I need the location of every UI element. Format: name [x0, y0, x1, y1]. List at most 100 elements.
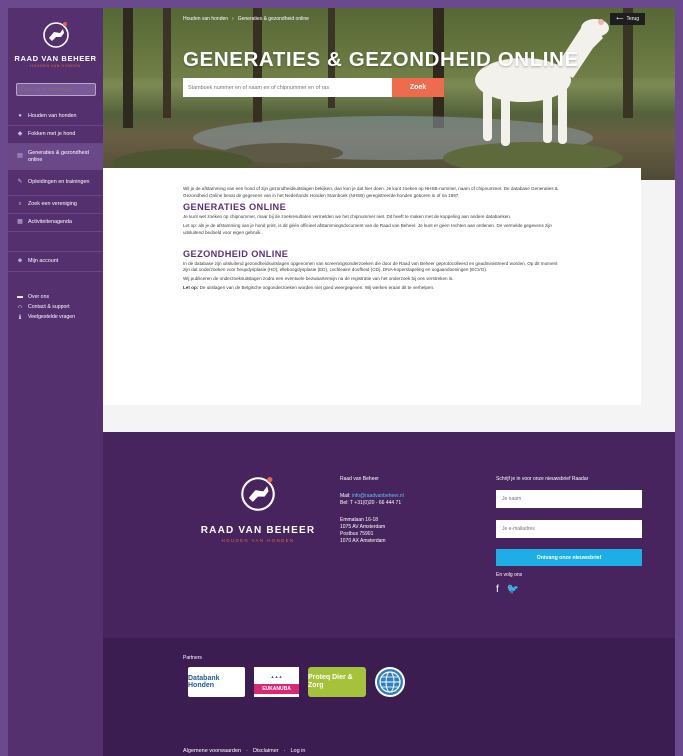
breadcrumb-item[interactable]: Houden van honden: [183, 16, 228, 22]
nav-spacer: [8, 232, 103, 252]
paw-icon: ●: [18, 113, 22, 119]
link-separator: ·: [246, 748, 248, 754]
intro-text: Wil je de afstamming van een hond of zij…: [183, 186, 558, 198]
login-link[interactable]: Log in: [290, 748, 305, 754]
sidebar-logo[interactable]: RAAD VAN BEHEER HOUDEN VAN HONDEN: [8, 20, 103, 68]
main-content: Wil je de afstamming van een hond of zij…: [103, 168, 641, 405]
nav-item-label: Fokken met je hond: [28, 131, 76, 137]
section-heading-generaties: GENERATIES ONLINE: [183, 202, 287, 213]
page-frame: RAAD VAN BEHEER HOUDEN VAN HONDEN ● Houd…: [8, 8, 675, 756]
sidebar-search-input[interactable]: [16, 83, 96, 96]
faq-link[interactable]: ℹ Veelgestelde vragen: [8, 312, 103, 322]
footer-mail: Mail: info@raadvanbeheer.nl: [340, 493, 404, 500]
partners-title: Partners: [183, 655, 202, 661]
footer-logo[interactable]: RAAD VAN BEHEER HOUDEN VAN HONDEN: [199, 474, 317, 543]
nav-item-opleidingen[interactable]: ✎ Opleidingen en trainingen: [8, 170, 103, 196]
link-label: Over ons: [28, 294, 50, 300]
fci-globe-logo[interactable]: [375, 667, 405, 697]
page-title: GENERATIES & GEZONDHEID ONLINE: [183, 48, 579, 71]
twitter-icon[interactable]: 🐦: [507, 584, 519, 595]
nav-item-label: Mijn account: [28, 258, 59, 264]
breadcrumb: Houden van honden › Generaties & gezondh…: [183, 16, 309, 22]
dog-logo-icon: [241, 476, 275, 511]
chart-icon: ▤: [17, 153, 23, 159]
gezondheid-publication: Wij publiceren de onderzoeksuitslagen zo…: [183, 275, 454, 281]
nav-item-houden[interactable]: ● Houden van honden: [8, 108, 103, 126]
footer-address: Emmalaan 16-18 1075 AV Amsterdam Postbus…: [340, 517, 404, 545]
sidebar-bottom-links: ▬ Over ons ∩ Contact & support ℹ Veelges…: [8, 292, 103, 322]
link-separator: ·: [283, 748, 286, 754]
footer-org: Raad van Beheer: [340, 476, 379, 482]
back-label: Terug: [626, 16, 639, 22]
arrow-left-icon: ⟵: [616, 16, 624, 22]
note-text: De uitslagen van de Belgische oogonderzo…: [198, 284, 435, 290]
nav-item-generaties[interactable]: ▤ Generaties & gezondheid online: [8, 144, 103, 170]
footer-logo-title: RAAD VAN BEHEER: [200, 525, 316, 536]
nav-item-fokken[interactable]: ◆ Fokken met je hond: [8, 126, 103, 144]
partner-logos: Databank Honden ▲▲▲ EUKANUBA Proteq Dier…: [188, 667, 405, 697]
newsletter-email-input[interactable]: [496, 520, 642, 538]
over-ons-link[interactable]: ▬ Over ons: [8, 292, 103, 302]
calendar-icon: ▦: [17, 219, 23, 225]
nav-item-account[interactable]: ☻ Mijn account: [8, 252, 103, 272]
follow-label: En volg ons: [496, 572, 523, 578]
link-label: Contact & support: [28, 304, 70, 310]
breadcrumb-separator: ›: [232, 16, 234, 22]
logo-subtitle: HOUDEN VAN HONDEN: [30, 64, 81, 68]
social-links: f 🐦: [496, 584, 642, 595]
contact-link[interactable]: ∩ Contact & support: [8, 302, 103, 312]
footer: RAAD VAN BEHEER HOUDEN VAN HONDEN Raad v…: [103, 432, 675, 638]
education-icon: ✎: [17, 179, 23, 185]
eukanuba-logo[interactable]: ▲▲▲ EUKANUBA: [254, 667, 299, 697]
headset-icon: ∩: [17, 304, 23, 310]
eukanuba-label: EUKANUBA: [254, 684, 299, 694]
dog-logo-icon: [42, 22, 69, 48]
section-heading-gezondheid: GEZONDHEID ONLINE: [183, 248, 289, 259]
address-line: 1075 AV Amsterdam: [340, 524, 386, 530]
eukanuba-top: ▲▲▲: [254, 670, 299, 684]
subscribe-button[interactable]: Ontvang onze nieuwsbrief: [496, 549, 642, 566]
databank-honden-logo[interactable]: Databank Honden: [188, 667, 245, 697]
address-line: Emmalaan 16-18: [340, 517, 379, 523]
search-button[interactable]: Zoek: [392, 78, 444, 97]
nav-item-agenda[interactable]: ▦ Activiteitenagenda: [8, 214, 103, 232]
footer-phone: Bel: T +31(0)20 - 66 444 71: [340, 500, 402, 506]
nav-item-vereniging[interactable]: ⌕ Zoek een vereniging: [8, 196, 103, 214]
sidebar: RAAD VAN BEHEER HOUDEN VAN HONDEN ● Houd…: [8, 8, 103, 756]
footer-contact: Raad van Beheer Mail: info@raadvanbeheer…: [340, 476, 404, 545]
mail-label: Mail:: [340, 493, 351, 499]
disclaimer-link[interactable]: Disclaimer: [253, 748, 279, 754]
globe-icon: [379, 671, 401, 693]
sidebar-nav: ● Houden van honden ◆ Fokken met je hond…: [8, 108, 103, 272]
mail-link[interactable]: info@raadvanbeheer.nl: [352, 493, 404, 499]
footer-logo-subtitle: HOUDEN VAN HONDEN: [221, 538, 295, 543]
terms-link[interactable]: Algemene voorwaarden: [183, 748, 241, 754]
address-line: 1070 AX Amsterdam: [340, 538, 386, 544]
dog-icon: ▬: [17, 294, 23, 300]
gezondheid-note: Let op: De uitslagen van de Belgische oo…: [183, 285, 561, 292]
back-button[interactable]: ⟵ Terug: [610, 13, 645, 25]
search-icon: ⌕: [18, 201, 22, 207]
nav-item-label: Opleidingen en trainingen: [28, 179, 90, 185]
dog-icon: ◆: [17, 131, 23, 137]
facebook-icon[interactable]: f: [496, 584, 499, 595]
nav-item-label: Zoek een vereniging: [28, 201, 77, 207]
newsletter-title: Schrijf je in voor onze nieuwsbrief Raad…: [496, 476, 589, 482]
proteq-logo[interactable]: Proteq Dier & Zorg: [308, 667, 366, 697]
info-icon: ℹ: [18, 314, 22, 321]
link-label: Veelgestelde vragen: [28, 314, 76, 320]
hero-banner: Houden van honden › Generaties & gezondh…: [103, 8, 675, 180]
nav-item-label: Generaties & gezondheid online: [28, 149, 89, 163]
user-icon: ☻: [16, 258, 24, 264]
breadcrumb-item: Generaties & gezondheid online: [237, 16, 309, 22]
note-label: Let op:: [183, 284, 199, 290]
generaties-note: Let op: als je de afstamming van je hond…: [183, 223, 552, 235]
nav-item-label: Houden van honden: [28, 113, 77, 119]
nav-item-label: Activiteitenagenda: [28, 219, 73, 225]
gezondheid-text: In de database zijn uitsluitend gezondhe…: [183, 260, 558, 273]
newsletter-form: Schrijf je in voor onze nieuwsbrief Raad…: [496, 476, 642, 595]
partners-section: Partners Databank Honden ▲▲▲ EUKANUBA Pr…: [103, 638, 675, 756]
newsletter-name-input[interactable]: [496, 490, 642, 508]
dog-search-input[interactable]: [183, 78, 392, 97]
address-line: Postbus 75901: [340, 531, 374, 537]
